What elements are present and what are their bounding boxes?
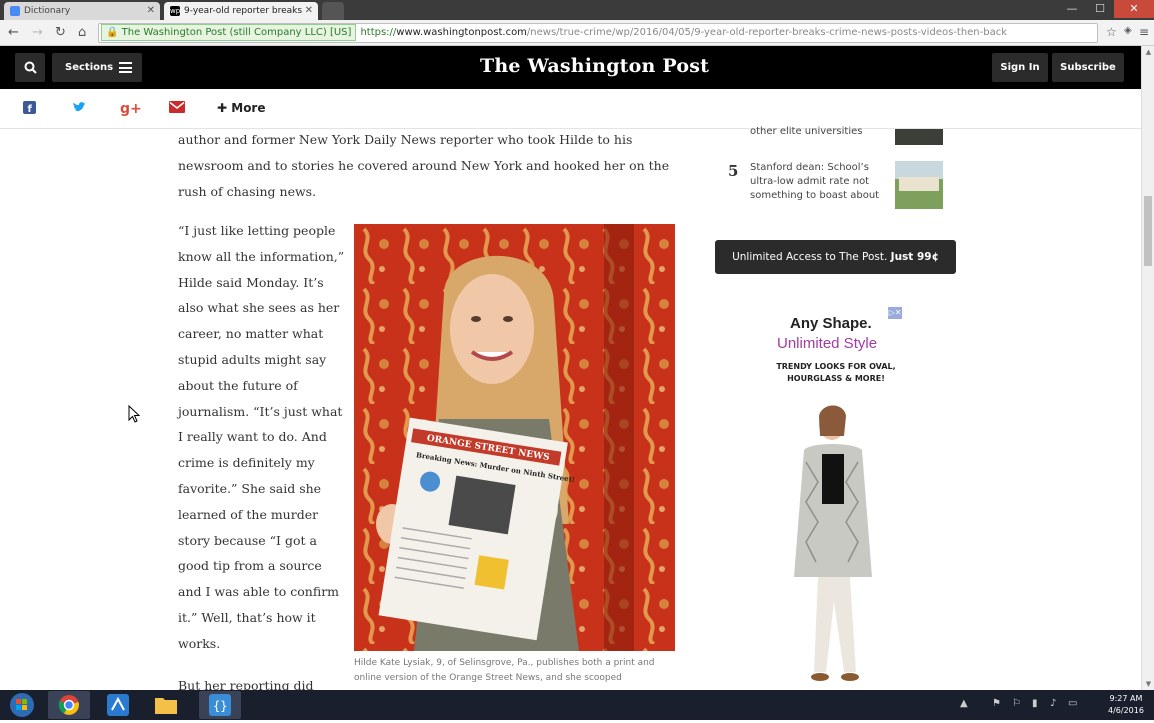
taskbar-explorer[interactable]	[145, 691, 187, 719]
mouse-cursor-icon	[128, 405, 140, 423]
flag-icon[interactable]: ⚐	[1012, 698, 1021, 709]
search-button[interactable]	[15, 53, 45, 82]
tab-label: Dictionary	[24, 6, 71, 16]
most-read-item-4[interactable]: other elite universities	[750, 125, 890, 139]
code-editor-icon: {}	[209, 694, 231, 716]
svg-text:f: f	[28, 104, 33, 114]
most-read-text: other elite universities	[750, 126, 863, 137]
clock-date: 4/6/2016	[1108, 706, 1144, 715]
share-bar: f g+ ✚ More	[0, 89, 1141, 129]
close-window-icon[interactable]: ✕	[1114, 0, 1154, 18]
tab-label: 9-year-old reporter breaks	[184, 6, 303, 16]
home-icon[interactable]: ⌂	[78, 25, 86, 40]
google-plus-icon[interactable]: g+	[120, 101, 142, 117]
ev-cert-label: The Washington Post (still Company LLC) …	[121, 27, 352, 38]
promo-text: Unlimited Access to The Post.	[732, 251, 888, 263]
more-share-button[interactable]: ✚ More	[217, 101, 266, 115]
close-tab-icon[interactable]: ✕	[305, 5, 313, 16]
menu-icon[interactable]: ≡	[1139, 25, 1149, 39]
sections-button[interactable]: Sections	[52, 53, 142, 82]
article-paragraph: “I just like letting people know all the…	[178, 223, 345, 651]
wapo-favicon-icon: wp	[170, 6, 181, 16]
advertisement[interactable]: ▷✕ Any Shape. Unlimited Style TRENDY LOO…	[770, 307, 902, 689]
show-hidden-icons-icon[interactable]: ▲	[960, 698, 968, 709]
taskbar-app[interactable]	[97, 691, 139, 719]
url-host: www.washingtonpost.com	[396, 27, 527, 38]
scroll-down-icon[interactable]: ▼	[1142, 680, 1154, 688]
ad-model-image	[794, 405, 872, 681]
adchoices-icon[interactable]: ▷✕	[888, 307, 902, 319]
google-favicon-icon	[10, 6, 20, 16]
site-header: Sections The Washington Post Sign In Sub…	[0, 46, 1141, 89]
most-read-item-5[interactable]: Stanford dean: School’s ultra-low admit …	[750, 161, 890, 203]
browser-tab-bar: Dictionary ✕ wp 9-year-old reporter brea…	[0, 0, 1154, 20]
lock-icon: 🔒	[106, 27, 119, 38]
window-controls: — ☐ ✕	[1058, 0, 1154, 18]
blue-app-icon	[107, 694, 129, 716]
taskbar-chrome[interactable]	[48, 691, 90, 719]
folder-icon	[155, 698, 177, 714]
forward-icon[interactable]: →	[32, 25, 43, 40]
sign-in-button[interactable]: Sign In	[992, 53, 1048, 82]
article-paragraph: author and former New York Daily News re…	[178, 132, 670, 199]
most-read-text: Stanford dean: School’s ultra-low admit …	[750, 162, 880, 201]
plus-icon: ✚	[217, 101, 228, 115]
clock-time: 9:27 AM	[1109, 694, 1143, 703]
bookmark-star-icon[interactable]: ☆	[1106, 25, 1117, 39]
ad-headline: Any Shape.	[790, 315, 872, 332]
ev-certificate-badge[interactable]: 🔒 The Washington Post (still Company LLC…	[101, 24, 357, 41]
tab-dictionary[interactable]: Dictionary ✕	[4, 2, 160, 20]
girl-holding-newspaper-image: ORANGE STREET NEWS Breaking News: Murder…	[354, 224, 675, 651]
taskbar-editor[interactable]: {}	[199, 691, 241, 719]
windows-logo-icon	[10, 693, 34, 717]
search-icon	[24, 61, 37, 74]
extension-icon[interactable]: ◈	[1124, 25, 1132, 36]
minimize-icon[interactable]: —	[1058, 0, 1086, 18]
hamburger-icon	[119, 62, 132, 73]
url-scheme: https://	[360, 27, 397, 38]
new-tab-button[interactable]	[322, 2, 344, 20]
action-center-icon[interactable]: ⚑	[992, 698, 1001, 709]
email-icon[interactable]	[169, 101, 185, 117]
start-button[interactable]	[0, 691, 44, 719]
subscription-promo-button[interactable]: Unlimited Access to The Post. Just 99¢	[715, 240, 956, 274]
more-label: More	[231, 101, 266, 115]
most-read-thumbnail[interactable]	[895, 161, 943, 209]
sections-label: Sections	[65, 62, 114, 73]
volume-icon[interactable]: ♪	[1050, 698, 1056, 709]
article-photo[interactable]: ORANGE STREET NEWS Breaking News: Murder…	[354, 224, 675, 651]
promo-price: Just 99¢	[890, 251, 939, 263]
close-tab-icon[interactable]: ✕	[147, 5, 155, 16]
network-icon[interactable]: ▮	[1032, 698, 1038, 709]
ad-subheadline: Unlimited Style	[777, 335, 878, 352]
svg-text:{}: {}	[213, 699, 227, 713]
url-input[interactable]: 🔒 The Washington Post (still Company LLC…	[98, 23, 1098, 43]
chrome-icon	[58, 695, 79, 715]
battery-icon[interactable]: ▭	[1068, 698, 1077, 709]
tab-washington-post[interactable]: wp 9-year-old reporter breaks ✕	[164, 2, 318, 20]
reload-icon[interactable]: ↻	[55, 25, 66, 40]
twitter-icon[interactable]	[72, 101, 86, 117]
site-logo[interactable]: The Washington Post	[480, 55, 709, 77]
photo-caption: Hilde Kate Lysiak, 9, of Selinsgrove, Pa…	[354, 658, 655, 683]
subscribe-button[interactable]: Subscribe	[1052, 53, 1124, 82]
facebook-icon[interactable]: f	[23, 101, 36, 118]
url-path: /news/true-crime/wp/2016/04/05/9-year-ol…	[526, 27, 1008, 38]
page-scrollbar[interactable]: ▲ ▼	[1141, 46, 1154, 690]
most-read-thumbnail[interactable]	[895, 129, 943, 145]
maximize-icon[interactable]: ☐	[1086, 0, 1114, 18]
system-clock[interactable]: 9:27 AM 4/6/2016	[1108, 693, 1144, 717]
most-read-number: 5	[728, 162, 739, 180]
address-bar: ← → ↻ ⌂ 🔒 The Washington Post (still Com…	[0, 20, 1154, 46]
scroll-thumb[interactable]	[1144, 196, 1152, 266]
back-icon[interactable]: ←	[8, 25, 19, 40]
windows-taskbar: {} ▲ ⚑ ⚐ ▮ ♪ ▭ 9:27 AM 4/6/2016	[0, 690, 1154, 720]
ad-tagline: TRENDY LOOKS FOR OVAL, HOURGLASS & MORE!	[776, 362, 896, 383]
scroll-up-icon[interactable]: ▲	[1142, 48, 1154, 56]
